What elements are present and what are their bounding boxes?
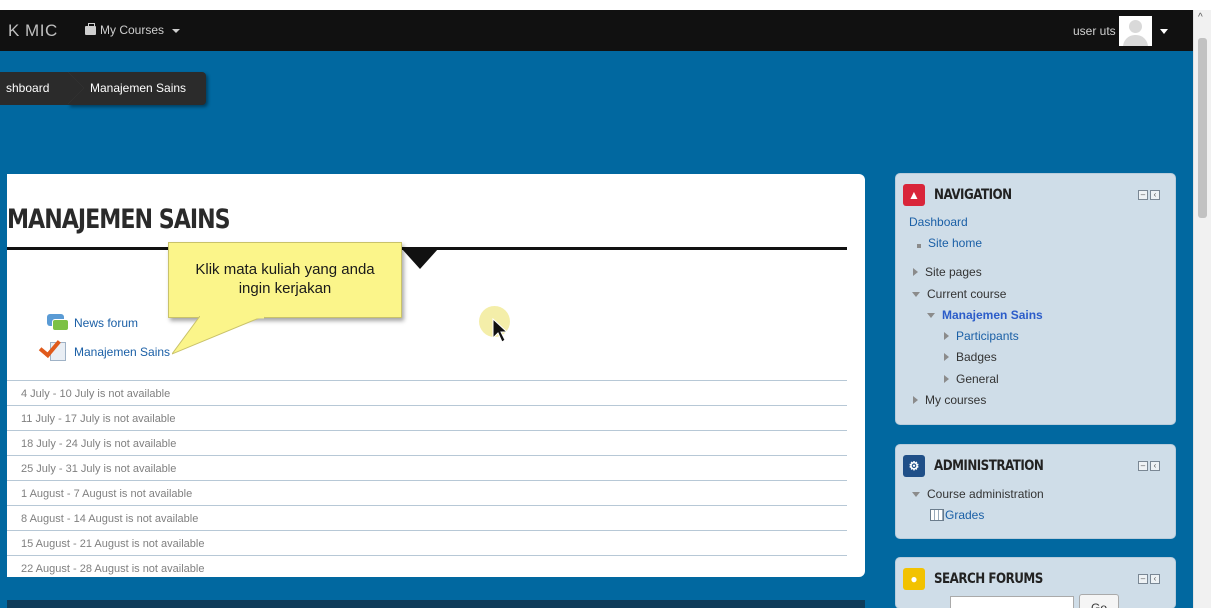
avatar[interactable] <box>1119 16 1152 46</box>
briefcase-icon <box>85 22 96 35</box>
nav-course-label[interactable]: Manajemen Sains <box>942 308 1043 322</box>
navigation-block: ▲ NAVIGATION – ‹ Dashboard Site home Sit… <box>896 174 1175 424</box>
collapse-tree-icon <box>927 312 935 318</box>
list-item: 1 August - 7 August is not available <box>7 480 847 505</box>
collapse-icon[interactable]: – <box>1138 190 1148 200</box>
expand-icon <box>944 353 949 361</box>
list-item: 18 July - 24 July is not available <box>7 430 847 455</box>
nav-dashboard[interactable]: Dashboard <box>909 215 968 229</box>
avatar-body <box>1123 35 1148 46</box>
activity-news-forum[interactable]: News forum <box>47 314 138 332</box>
list-item: 4 July - 10 July is not available <box>7 380 847 405</box>
list-item: 8 August - 14 August is not available <box>7 505 847 530</box>
search-forums-input[interactable] <box>950 596 1074 608</box>
dock-icon[interactable]: ‹ <box>1150 461 1160 471</box>
admin-course-administration[interactable]: Course administration <box>912 487 1044 501</box>
expand-icon <box>944 375 949 383</box>
administration-block: ⚙ ADMINISTRATION – ‹ Course administrati… <box>896 445 1175 538</box>
expand-icon <box>913 396 918 404</box>
callout-line-1: Klik mata kuliah yang anda <box>195 261 375 278</box>
admin-course-administration-label[interactable]: Course administration <box>927 487 1044 501</box>
block-header: ⚙ ADMINISTRATION <box>903 455 1063 477</box>
nav-my-courses[interactable]: My courses <box>913 393 986 407</box>
collapse-icon[interactable]: – <box>1138 574 1148 584</box>
search-forums-block: ● SEARCH FORUMS – ‹ Go <box>896 558 1175 608</box>
activity-label[interactable]: News forum <box>74 316 138 330</box>
list-item: 25 July - 31 July is not available <box>7 455 847 480</box>
scroll-thumb[interactable] <box>1198 38 1207 218</box>
nav-site-pages[interactable]: Site pages <box>913 265 982 279</box>
breadcrumb: shboard Manajemen Sains <box>0 72 207 105</box>
user-name[interactable]: user uts <box>1073 24 1116 38</box>
admin-grades[interactable]: Grades <box>930 508 984 522</box>
nav-course-manajemen-sains[interactable]: Manajemen Sains <box>927 308 1043 322</box>
instruction-callout: Klik mata kuliah yang anda ingin kerjaka… <box>168 242 402 318</box>
nav-general-label[interactable]: General <box>956 372 999 386</box>
user-menu-caret-icon[interactable] <box>1160 29 1168 34</box>
nav-site-home[interactable]: Site home <box>917 236 982 250</box>
scroll-up-icon[interactable]: ^ <box>1198 12 1203 23</box>
bullet-icon <box>917 243 921 248</box>
collapse-tree-icon <box>912 491 920 497</box>
site-brand[interactable]: K MIC <box>8 21 58 41</box>
nav-site-pages-label[interactable]: Site pages <box>925 265 982 279</box>
nav-dashboard-label[interactable]: Dashboard <box>909 215 968 229</box>
top-navbar: K MIC My Courses user uts <box>0 10 1193 51</box>
nav-current-course[interactable]: Current course <box>912 287 1006 301</box>
nav-badges-label[interactable]: Badges <box>956 350 997 364</box>
my-courses-menu[interactable]: My Courses <box>85 22 181 37</box>
list-item: 15 August - 21 August is not available <box>7 530 847 555</box>
speech-bubble-icon: ● <box>903 568 925 590</box>
breadcrumb-dashboard[interactable]: shboard <box>0 72 84 105</box>
nav-my-courses-label[interactable]: My courses <box>925 393 986 407</box>
search-go-button[interactable]: Go <box>1079 594 1119 608</box>
block-title: SEARCH FORUMS <box>934 571 1043 587</box>
mouse-cursor-icon <box>492 317 509 349</box>
block-header: ▲ NAVIGATION <box>903 184 1025 206</box>
title-divider-tab <box>402 249 438 269</box>
expand-icon <box>944 332 949 340</box>
chevron-down-icon <box>172 28 181 33</box>
page-title: MANAJEMEN SAINS <box>7 204 231 235</box>
activity-manajemen-sains[interactable]: Manajemen Sains <box>38 334 170 362</box>
page-scrollbar[interactable]: ^ <box>1193 10 1211 608</box>
admin-grades-label[interactable]: Grades <box>945 508 984 522</box>
list-item: 22 August - 28 August is not available <box>7 555 847 577</box>
block-title: NAVIGATION <box>934 187 1012 203</box>
block-controls: – ‹ <box>1138 574 1160 584</box>
nav-badges[interactable]: Badges <box>944 350 997 364</box>
content-bottom-strip <box>7 600 865 608</box>
nav-current-course-label[interactable]: Current course <box>927 287 1006 301</box>
avatar-head <box>1129 20 1142 33</box>
nav-general[interactable]: General <box>944 372 999 386</box>
nav-participants-label[interactable]: Participants <box>956 329 1019 343</box>
nav-site-home-label[interactable]: Site home <box>928 236 982 250</box>
collapse-icon[interactable]: – <box>1138 461 1148 471</box>
gears-icon: ⚙ <box>903 455 925 477</box>
breadcrumb-course[interactable]: Manajemen Sains <box>68 72 207 105</box>
course-content-card: MANAJEMEN SAINS News forum Manajemen Sai… <box>7 174 865 577</box>
block-header: ● SEARCH FORUMS <box>903 568 1062 590</box>
week-list: 4 July - 10 July is not available 11 Jul… <box>7 380 847 577</box>
my-courses-label: My Courses <box>100 23 165 37</box>
grades-table-icon <box>930 509 944 521</box>
collapse-tree-icon <box>912 291 920 297</box>
list-item: 11 July - 17 July is not available <box>7 405 847 430</box>
dock-icon[interactable]: ‹ <box>1150 574 1160 584</box>
callout-line-2: ingin kerjakan <box>238 280 332 297</box>
forum-icon <box>47 314 69 332</box>
nav-participants[interactable]: Participants <box>944 329 1019 343</box>
dock-icon[interactable]: ‹ <box>1150 190 1160 200</box>
activity-label[interactable]: Manajemen Sains <box>74 345 170 359</box>
block-controls: – ‹ <box>1138 190 1160 200</box>
assignment-icon <box>38 334 69 362</box>
sitemap-icon: ▲ <box>903 184 925 206</box>
block-title: ADMINISTRATION <box>934 458 1044 474</box>
callout-pointer-shape <box>172 316 265 355</box>
block-controls: – ‹ <box>1138 461 1160 471</box>
expand-icon <box>913 268 918 276</box>
